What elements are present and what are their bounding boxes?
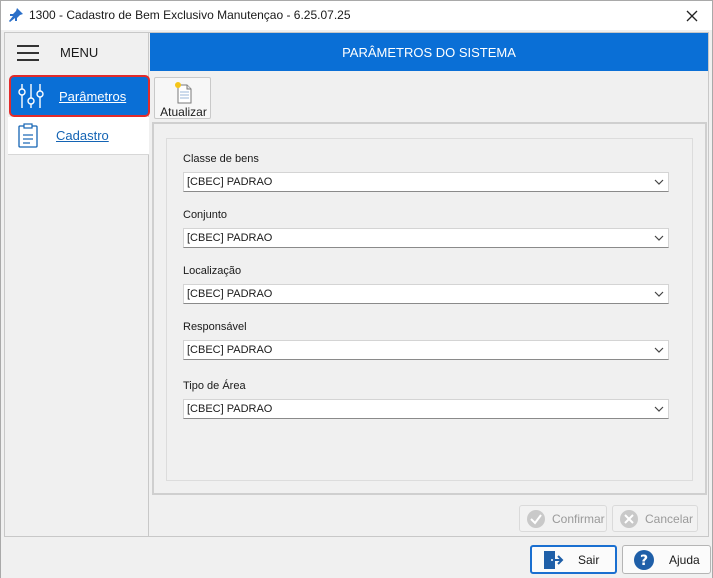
parameters-panel: Classe de bens [CBEC] PADRAO Conjunto [C… [152, 122, 707, 495]
sliders-icon [13, 76, 49, 116]
localizacao-label: Localização [183, 265, 242, 277]
parameters-form: Classe de bens [CBEC] PADRAO Conjunto [C… [166, 138, 693, 481]
responsavel-value: [CBEC] PADRAO [187, 344, 273, 356]
content-area: PARÂMETROS DO SISTEMA Atualizar Classe d… [150, 33, 708, 536]
chevron-down-icon [654, 347, 664, 353]
chevron-down-icon [654, 235, 664, 241]
chevron-down-icon [654, 406, 664, 412]
cancel-button[interactable]: Cancelar [612, 505, 698, 532]
tipo-area-select[interactable]: [CBEC] PADRAO [183, 399, 669, 419]
tipo-area-label: Tipo de Área [183, 380, 246, 392]
responsavel-label: Responsável [183, 321, 247, 333]
conjunto-value: [CBEC] PADRAO [187, 232, 273, 244]
check-circle-icon [527, 509, 545, 528]
confirm-button[interactable]: Confirmar [519, 505, 607, 532]
sidebar-item-cadastro[interactable]: Cadastro [8, 117, 149, 155]
conjunto-label: Conjunto [183, 209, 228, 221]
sidebar-item-label: Parâmetros [59, 88, 127, 104]
localizacao-value: [CBEC] PADRAO [187, 288, 273, 300]
exit-door-icon [544, 550, 564, 569]
svg-text:?: ? [640, 553, 648, 569]
responsavel-select[interactable]: [CBEC] PADRAO [183, 340, 669, 360]
menu-header[interactable]: MENU [5, 33, 148, 71]
pin-icon [9, 8, 23, 22]
menu-label: MENU [60, 45, 99, 60]
sidebar: MENU Parâmetros Cadastro [5, 33, 150, 536]
cancel-circle-icon [620, 509, 638, 528]
exit-label: Sair [578, 552, 600, 567]
exit-button[interactable]: Sair [530, 545, 617, 574]
sidebar-item-label: Cadastro [56, 128, 109, 143]
chevron-down-icon [654, 179, 664, 185]
close-icon [686, 10, 698, 21]
footer-bar: Sair ? Ajuda [1, 538, 712, 578]
help-icon: ? [634, 549, 654, 570]
classe-label: Classe de bens [183, 153, 259, 165]
main-area: MENU Parâmetros Cadastro PARÂMETROS DO S… [4, 32, 709, 537]
tipo-area-value: [CBEC] PADRAO [187, 403, 273, 415]
sidebar-item-parametros[interactable]: Parâmetros [9, 75, 150, 117]
conjunto-select[interactable]: [CBEC] PADRAO [183, 228, 669, 248]
chevron-down-icon [654, 291, 664, 297]
classe-select[interactable]: [CBEC] PADRAO [183, 172, 669, 192]
refresh-label: Atualizar [160, 105, 207, 119]
title-bar: 1300 - Cadastro de Bem Exclusivo Manuten… [1, 1, 712, 30]
document-new-icon [175, 82, 192, 104]
confirm-label: Confirmar [552, 511, 605, 526]
refresh-button[interactable]: Atualizar [154, 77, 211, 119]
clipboard-icon [10, 116, 46, 156]
help-label: Ajuda [669, 552, 700, 567]
page-title: PARÂMETROS DO SISTEMA [150, 33, 708, 71]
app-window: 1300 - Cadastro de Bem Exclusivo Manuten… [0, 0, 713, 578]
help-button[interactable]: ? Ajuda [622, 545, 711, 574]
close-button[interactable] [672, 1, 712, 30]
hamburger-icon[interactable] [17, 45, 39, 61]
localizacao-select[interactable]: [CBEC] PADRAO [183, 284, 669, 304]
window-title: 1300 - Cadastro de Bem Exclusivo Manuten… [29, 8, 351, 22]
cancel-label: Cancelar [645, 511, 694, 526]
classe-value: [CBEC] PADRAO [187, 176, 273, 188]
